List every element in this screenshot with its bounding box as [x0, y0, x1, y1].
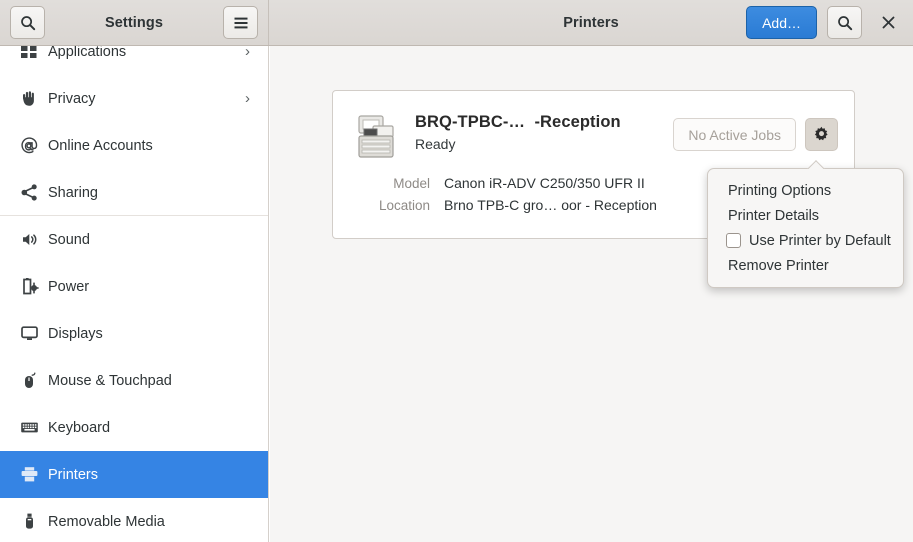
- field-label: Location: [378, 198, 430, 213]
- settings-window: Settings Printers Add… Applications › Pr…: [0, 0, 913, 542]
- battery-plug-icon: [14, 277, 44, 296]
- sidebar-item-printers[interactable]: Printers: [0, 451, 268, 498]
- printer-name: BRQ-TPBC-… -Reception: [415, 113, 621, 131]
- close-window-button[interactable]: [871, 6, 905, 39]
- sidebar-item-sound[interactable]: Sound: [0, 216, 268, 263]
- printer-status: Ready: [415, 136, 456, 152]
- header-content-section: Printers Add…: [269, 0, 913, 45]
- sidebar-item-label: Power: [48, 278, 90, 295]
- sidebar-item-displays[interactable]: Displays: [0, 310, 268, 357]
- sidebar-item-removable-media[interactable]: Removable Media: [0, 498, 268, 542]
- usb-stick-icon: [14, 512, 44, 531]
- sidebar-item-label: Keyboard: [48, 419, 111, 436]
- sidebar-item-label: Online Accounts: [48, 137, 153, 154]
- printer-search-button[interactable]: [827, 6, 862, 39]
- add-printer-button[interactable]: Add…: [746, 6, 817, 39]
- use-default-checkbox[interactable]: [726, 233, 741, 248]
- sidebar-item-label: Printers: [48, 466, 98, 483]
- sidebar-item-keyboard[interactable]: Keyboard: [0, 404, 268, 451]
- menu-item-label: Printing Options: [728, 182, 832, 199]
- menu-item-label: Use Printer by Default: [749, 232, 891, 249]
- close-icon: [882, 16, 894, 29]
- menu-item-printing-options[interactable]: Printing Options: [708, 178, 903, 203]
- header-bar: Settings Printers Add…: [0, 0, 913, 46]
- chevron-right-icon: ›: [245, 90, 250, 107]
- sidebar-item-applications[interactable]: Applications ›: [0, 46, 268, 75]
- sidebar-item-mouse-touchpad[interactable]: Mouse & Touchpad: [0, 357, 268, 404]
- menu-item-printer-details[interactable]: Printer Details: [708, 203, 903, 228]
- hand-icon: [14, 89, 44, 108]
- field-value: Brno TPB-C gro… oor - Reception: [444, 197, 657, 213]
- menu-arrow: [807, 160, 825, 169]
- sidebar-list: Applications › Privacy › Online Accounts…: [0, 46, 268, 542]
- monitor-icon: [14, 324, 44, 343]
- sidebar-item-label: Applications: [48, 46, 127, 60]
- sidebar[interactable]: Applications › Privacy › Online Accounts…: [0, 46, 269, 542]
- search-icon: [20, 15, 35, 30]
- menu-item-remove-printer[interactable]: Remove Printer: [708, 253, 903, 278]
- sidebar-item-sharing[interactable]: Sharing: [0, 169, 268, 216]
- menu-item-use-printer-by-default[interactable]: Use Printer by Default: [708, 228, 903, 253]
- sidebar-item-label: Displays: [48, 325, 103, 342]
- main-menu-button[interactable]: [223, 6, 258, 39]
- active-jobs-button[interactable]: No Active Jobs: [673, 118, 796, 151]
- keyboard-icon: [14, 418, 44, 437]
- sidebar-item-online-accounts[interactable]: Online Accounts: [0, 122, 268, 169]
- speaker-icon: [14, 230, 44, 249]
- sidebar-item-privacy[interactable]: Privacy ›: [0, 75, 268, 122]
- multifunction-printer-icon: [351, 111, 401, 163]
- sidebar-item-label: Sound: [48, 231, 90, 248]
- field-value: Canon iR-ADV C250/350 UFR II: [444, 175, 645, 191]
- applications-icon: [14, 46, 44, 61]
- chevron-right-icon: ›: [245, 46, 250, 60]
- sidebar-item-label: Privacy: [48, 90, 96, 107]
- menu-item-label: Printer Details: [728, 207, 820, 224]
- sidebar-item-label: Mouse & Touchpad: [48, 372, 172, 389]
- printer-icon: [14, 465, 44, 484]
- mouse-icon: [14, 371, 44, 390]
- share-nodes-icon: [14, 183, 44, 202]
- header-sidebar-section: Settings: [0, 0, 269, 45]
- printer-options-button[interactable]: [805, 118, 838, 151]
- sidebar-search-button[interactable]: [10, 6, 45, 39]
- field-label: Model: [393, 176, 430, 191]
- hamburger-menu-icon: [234, 17, 247, 28]
- sidebar-item-label: Removable Media: [48, 513, 165, 530]
- printer-card-header: BRQ-TPBC-… -Reception Ready No Active Jo…: [333, 91, 854, 163]
- search-icon: [837, 15, 852, 30]
- sidebar-item-power[interactable]: Power: [0, 263, 268, 310]
- printers-content-area: BRQ-TPBC-… -Reception Ready No Active Jo…: [270, 46, 913, 542]
- at-sign-icon: [14, 136, 44, 155]
- menu-item-label: Remove Printer: [728, 257, 829, 274]
- sidebar-item-label: Sharing: [48, 184, 98, 201]
- printer-identity: BRQ-TPBC-… -Reception Ready: [415, 109, 673, 152]
- printer-options-menu[interactable]: Printing Options Printer Details Use Pri…: [707, 168, 904, 288]
- gear-icon: [814, 126, 828, 141]
